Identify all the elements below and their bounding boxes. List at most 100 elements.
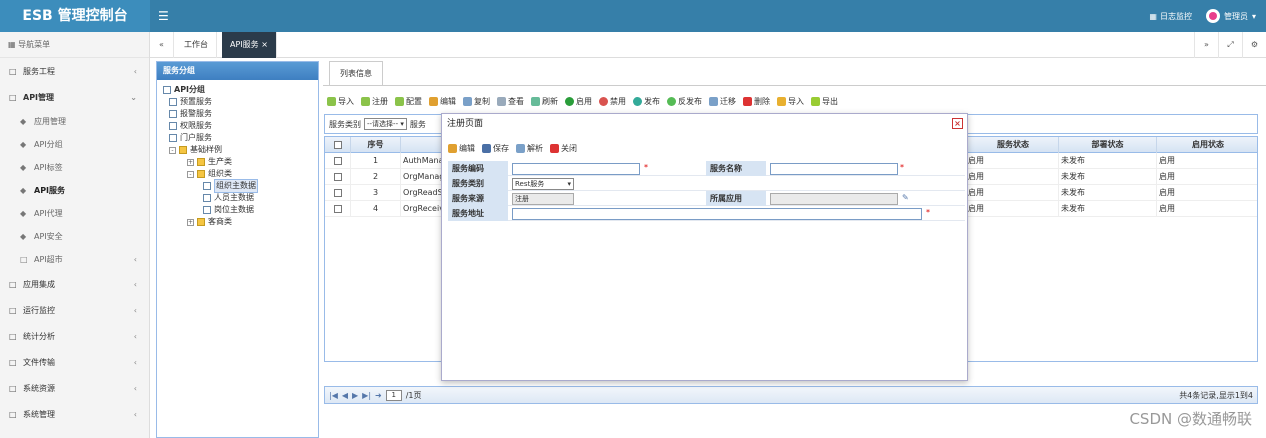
col-deploy-status[interactable]: 部署状态 — [1059, 137, 1157, 153]
panel-title: 服务分组 — [157, 62, 318, 80]
service-group-panel: 服务分组 API分组 预置服务 报警服务 权限服务 门户服务 - 基础样例 + 生产… — [156, 61, 319, 438]
tag-icon: ◆ — [20, 140, 27, 149]
config-button[interactable]: 配置 — [395, 96, 422, 107]
form-row: 服务类别 Rest服务 ▾ — [448, 176, 965, 191]
dialog-title: 注册页面 — [447, 119, 484, 129]
tree-node-root[interactable]: API分组 — [163, 84, 318, 96]
copy-button[interactable]: 复制 — [463, 96, 490, 107]
sidebar-sub-api-security[interactable]: ◆ API安全 — [0, 225, 149, 248]
sidebar-sub-api-proxy[interactable]: ◆ API代理 — [0, 202, 149, 225]
service-type-select[interactable]: --请选择-- ▾ — [364, 118, 407, 130]
tree-node[interactable]: 权限服务 — [163, 120, 318, 132]
sidebar-sub-api-service[interactable]: ◆ API服务 — [0, 179, 149, 202]
edit-button[interactable]: 编辑 — [429, 96, 456, 107]
collapse-icon[interactable]: - — [187, 170, 194, 178]
header-right: ▦ 日志监控 管理员 ▾ — [1149, 0, 1256, 32]
sidebar-item-monitoring[interactable]: □ 运行监控 ‹ — [0, 297, 149, 323]
service-name-input[interactable] — [770, 163, 898, 175]
row-checkbox[interactable] — [333, 173, 342, 181]
col-seq[interactable]: 序号 — [351, 137, 401, 153]
tab-close-icon[interactable]: × — [261, 40, 268, 49]
button-label: 导出 — [822, 96, 838, 106]
expand-icon[interactable]: + — [187, 158, 194, 166]
sidebar-sub-api-tag[interactable]: ◆ API标签 — [0, 156, 149, 179]
select-all-checkbox[interactable] — [333, 141, 342, 149]
sidebar-item-statistics[interactable]: □ 统计分析 ‹ — [0, 323, 149, 349]
row-checkbox[interactable] — [333, 189, 342, 197]
parse-icon — [516, 144, 525, 153]
tree-node[interactable]: 报警服务 — [163, 108, 318, 120]
prev-page-icon[interactable]: ◀ — [342, 391, 348, 400]
delete-button[interactable]: 删除 — [743, 96, 770, 107]
migrate-button[interactable]: 迁移 — [709, 96, 736, 107]
service-code-label: 服务编码 — [448, 161, 508, 176]
enable-button[interactable]: 启用 — [565, 96, 592, 107]
expand-icon[interactable]: + — [187, 218, 194, 226]
tree-node[interactable]: 岗位主数据 — [163, 204, 318, 216]
unpublish-button[interactable]: 反发布 — [667, 96, 702, 107]
dialog-save-button[interactable]: 保存 — [482, 143, 509, 154]
dialog-close-button[interactable]: 关闭 — [550, 143, 577, 154]
close-icon — [550, 144, 559, 153]
dialog-edit-button[interactable]: 编辑 — [448, 143, 475, 154]
sidebar-item-service-project[interactable]: □ 服务工程 ‹ — [0, 58, 149, 84]
cell-enable-status: 启用 — [1159, 172, 1175, 181]
document-icon — [169, 110, 177, 118]
first-page-icon[interactable]: |◀ — [329, 391, 338, 400]
row-check-cell — [325, 169, 351, 185]
publish-button[interactable]: 发布 — [633, 96, 660, 107]
service-code-input[interactable] — [512, 163, 640, 175]
col-service-status[interactable]: 服务状态 — [968, 137, 1059, 153]
sidebar-sub-api-group[interactable]: ◆ API分组 — [0, 133, 149, 156]
lookup-icon[interactable]: ✎ — [902, 193, 909, 202]
log-monitor-link[interactable]: ▦ 日志监控 — [1149, 11, 1192, 22]
button-label: 查看 — [508, 96, 524, 106]
gear-icon[interactable]: ⚙ — [1242, 32, 1266, 58]
service-address-input[interactable] — [512, 208, 922, 220]
row-checkbox[interactable] — [333, 157, 342, 165]
refresh-button[interactable]: 刷新 — [531, 96, 558, 107]
tree-node-selected[interactable]: 组织主数据 — [163, 179, 318, 193]
col-enable-status[interactable]: 启用状态 — [1157, 137, 1259, 153]
last-page-icon[interactable]: ▶| — [362, 391, 371, 400]
folder-icon: □ — [9, 409, 17, 419]
tab-scroll-right-icon[interactable]: » — [1194, 32, 1218, 58]
collapse-icon[interactable]: - — [169, 146, 176, 154]
user-menu[interactable]: 管理员 ▾ — [1205, 9, 1256, 23]
sidebar-item-api-management[interactable]: □ API管理 ⌄ — [0, 84, 149, 110]
view-button[interactable]: 查看 — [497, 96, 524, 107]
service-type-dropdown[interactable]: Rest服务 ▾ — [512, 178, 574, 190]
menu-icon[interactable]: ☰ — [158, 9, 169, 23]
tab-home[interactable]: 工作台 — [176, 32, 217, 58]
sidebar-item-app-integration[interactable]: □ 应用集成 ‹ — [0, 271, 149, 297]
tree-node[interactable]: - 基础样例 — [163, 144, 318, 156]
export-button[interactable]: 导出 — [811, 96, 838, 107]
page-number-input[interactable]: 1 — [385, 389, 402, 401]
import-button[interactable]: 导入 — [327, 96, 354, 107]
button-label: 发布 — [644, 96, 660, 106]
tree-node[interactable]: 门户服务 — [163, 132, 318, 144]
register-button[interactable]: 注册 — [361, 96, 388, 107]
tree-node[interactable]: 人员主数据 — [163, 192, 318, 204]
sidebar-item-file-transfer[interactable]: □ 文件传输 ‹ — [0, 349, 149, 375]
sidebar-sub-api-market[interactable]: □ API超市 ‹ — [0, 248, 149, 271]
goto-page-icon[interactable]: ➜ — [375, 391, 382, 400]
sidebar-item-system-resources[interactable]: □ 系统资源 ‹ — [0, 375, 149, 401]
tab-api-service[interactable]: API服务 × — [222, 32, 277, 58]
owner-app-input[interactable] — [770, 193, 898, 205]
disable-button[interactable]: 禁用 — [599, 96, 626, 107]
tree-node[interactable]: + 客商类 — [163, 216, 318, 228]
fullscreen-icon[interactable]: ⤢ — [1218, 32, 1242, 58]
next-page-icon[interactable]: ▶ — [352, 391, 358, 400]
tab-scroll-left-icon[interactable]: « — [150, 32, 174, 58]
import2-button[interactable]: 导入 — [777, 96, 804, 107]
sidebar-item-system-management[interactable]: □ 系统管理 ‹ — [0, 401, 149, 427]
tab-list-info[interactable]: 列表信息 — [329, 61, 383, 85]
close-icon[interactable]: × — [952, 118, 963, 129]
sidebar-sub-app-management[interactable]: ◆ 应用管理 — [0, 110, 149, 133]
tree-node[interactable]: 预置服务 — [163, 96, 318, 108]
tree-node[interactable]: + 生产类 — [163, 156, 318, 168]
row-checkbox[interactable] — [333, 205, 342, 213]
dialog-parse-button[interactable]: 解析 — [516, 143, 543, 154]
button-label: 编辑 — [459, 144, 475, 153]
